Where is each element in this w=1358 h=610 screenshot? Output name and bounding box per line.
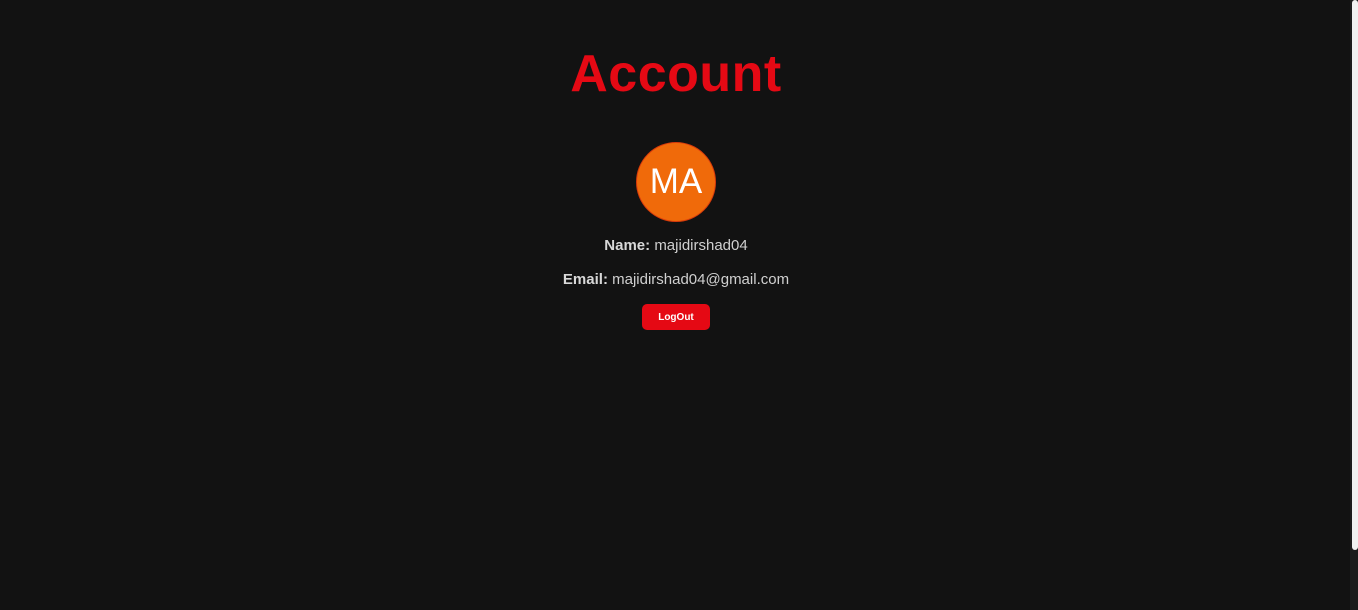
email-label: Email: — [562, 271, 608, 288]
name-value: majidirshad04 — [654, 237, 748, 254]
logout-button[interactable]: LogOut — [642, 304, 710, 330]
avatar: MA — [636, 142, 716, 222]
page-title: Account — [570, 45, 782, 103]
scrollbar-track[interactable] — [1350, 0, 1358, 610]
email-value: majidirshad04@gmail.com — [612, 271, 790, 288]
name-label: Name: — [604, 237, 651, 254]
profile-name-row: Name: majidirshad04 — [0, 236, 1352, 256]
scrollbar-thumb[interactable] — [1352, 0, 1358, 550]
account-page: Account MA Name: majidirshad04 Email: ma… — [0, 0, 1358, 610]
profile-email-row: Email: majidirshad04@gmail.com — [0, 270, 1352, 290]
